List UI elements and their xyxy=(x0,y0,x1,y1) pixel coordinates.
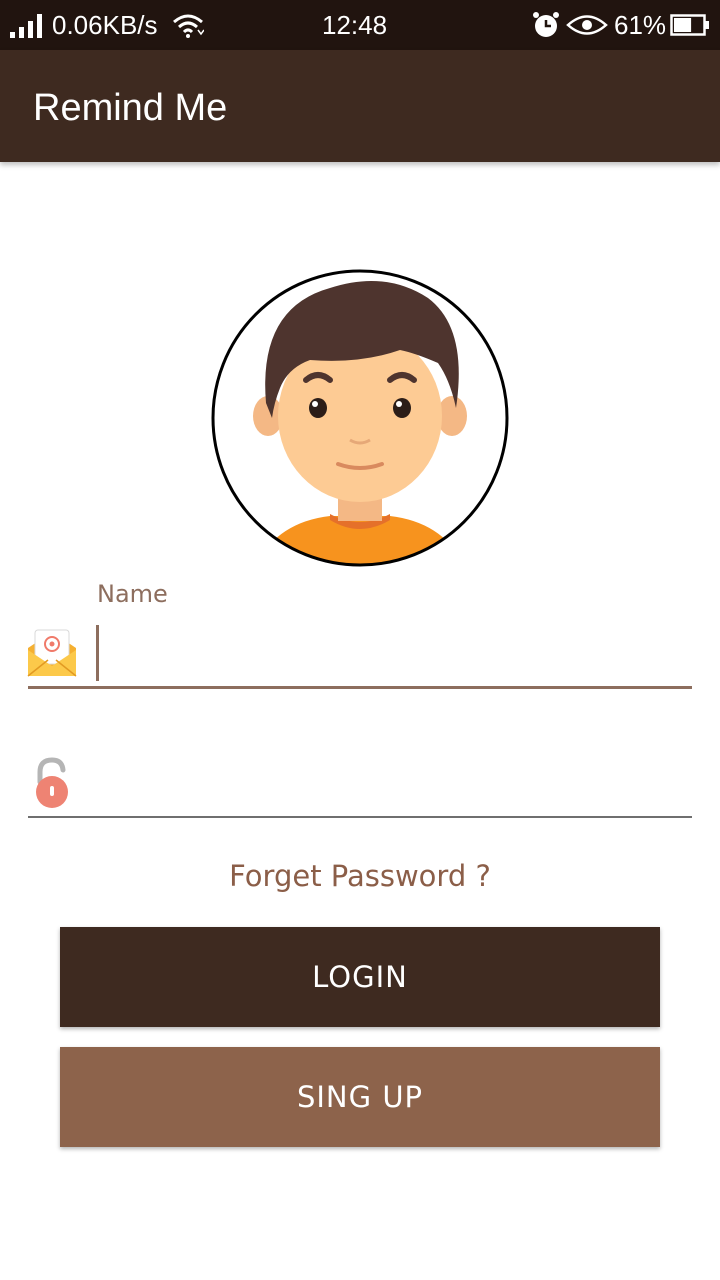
app-bar: Remind Me xyxy=(0,50,720,162)
app-title: Remind Me xyxy=(33,87,228,129)
name-input[interactable] xyxy=(96,622,690,682)
name-label: Name xyxy=(97,580,168,608)
avatar xyxy=(211,269,509,567)
clock: 12:48 xyxy=(322,10,388,40)
lock-icon xyxy=(36,757,68,808)
signal-icon xyxy=(10,14,42,38)
battery-percent: 61% xyxy=(614,10,667,40)
forget-password-link[interactable]: Forget Password ? xyxy=(0,856,720,896)
alarm-icon xyxy=(533,12,559,37)
eye-icon xyxy=(566,15,608,35)
text-cursor xyxy=(96,625,99,681)
mail-icon xyxy=(27,629,77,677)
net-speed: 0.06KB/s xyxy=(52,10,158,40)
password-underline xyxy=(28,816,692,818)
login-button[interactable]: LOGIN xyxy=(60,927,660,1027)
signup-button[interactable]: SING UP xyxy=(60,1047,660,1147)
battery-icon xyxy=(670,14,709,36)
wifi-icon xyxy=(173,14,204,38)
password-input[interactable] xyxy=(96,752,690,812)
status-bar: 0.06KB/s 12:48 61% xyxy=(0,0,720,50)
name-underline xyxy=(28,686,692,689)
